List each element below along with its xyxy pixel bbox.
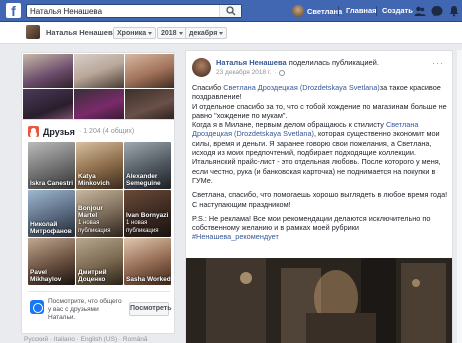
photos-section [21, 52, 175, 122]
friend-name: Alexander Semeguine [126, 173, 161, 187]
mutual-friends-text: Посмотрите, что общего у вас с друзьями … [48, 298, 122, 321]
hashtag-link[interactable]: #Ненашева_рекомендует [192, 232, 279, 241]
photo-thumbnail[interactable] [125, 89, 174, 121]
friend-name: Iskra Canestri [30, 180, 73, 187]
post-text: Спасибо Светлана Дроздецкая (Drozdetskay… [192, 83, 448, 242]
search-button[interactable] [219, 5, 241, 17]
post-photo[interactable] [186, 258, 452, 343]
profile-link[interactable]: Светлана [292, 4, 342, 18]
timeline-dropdown[interactable]: Хроника [113, 27, 157, 39]
post-paragraph: Светлана, спасибо, что помогаешь хорошо … [192, 190, 448, 209]
friend-name: Bonjour Martel 1 новая публикация [78, 205, 111, 234]
post-paragraph: Когда я в Милане, первым делом обращаюсь… [192, 120, 441, 185]
post-author-link[interactable]: Наталья Ненашева [216, 58, 287, 67]
post-paragraph: Спасибо Светлана Дроздецкая (Drozdetskay… [192, 83, 441, 102]
post-paragraph: И отдельное спасибо за то, что с тобой х… [192, 101, 447, 120]
home-link[interactable]: Главная [346, 6, 377, 15]
timeline-dropdown-label: Хроника [117, 29, 147, 37]
friend-tile[interactable]: Iskra Canestri [28, 142, 75, 189]
profile-name[interactable]: Наталья Ненашева [46, 28, 117, 37]
friend-name: Pavel Mikhaylov [30, 269, 62, 283]
friends-header: Друзья · 1 204 (4 общих) [28, 126, 134, 137]
friends-section: Друзья · 1 204 (4 общих) Iskra Canestri … [21, 119, 175, 334]
facebook-logo-icon[interactable]: f [6, 3, 21, 19]
post-action-text: поделилась публикацией. [288, 58, 379, 67]
view-button[interactable]: Посмотреть [129, 302, 172, 316]
messenger-icon[interactable] [431, 5, 443, 17]
dot-separator: · [274, 69, 277, 76]
photo-thumbnail[interactable] [23, 54, 73, 88]
friend-tile[interactable]: Николай Митрофанов [28, 190, 75, 237]
chevron-down-icon [219, 31, 224, 35]
friend-name: Николай Митрофанов [30, 221, 72, 235]
month-dropdown[interactable]: декабря [185, 27, 228, 39]
photo-thumbnail[interactable] [74, 89, 124, 121]
friends-title[interactable]: Друзья [43, 127, 75, 137]
divider [338, 6, 339, 16]
divider [376, 6, 377, 16]
month-dropdown-label: декабря [189, 29, 218, 37]
avatar[interactable] [26, 25, 40, 39]
right-sidebar-edge [457, 50, 462, 343]
chevron-down-icon [148, 31, 153, 35]
photo-thumbnail[interactable] [74, 54, 124, 88]
profile-sticky-header: Наталья Ненашева Хроника 2018 декабря [0, 22, 462, 44]
friend-requests-icon[interactable] [414, 5, 426, 17]
chevron-down-icon [178, 31, 183, 35]
friend-name: Дмитрий Доценко [78, 269, 107, 283]
friend-tile[interactable]: Ivan Bornyazi 1 новая публикация [124, 190, 171, 237]
friend-tile[interactable]: Alexander Semeguine [124, 142, 171, 189]
friends-count: · 1 204 (4 общих) [78, 128, 135, 135]
mention-link[interactable]: Светлана Дроздецкая (Drozdetskaya Svetla… [223, 83, 379, 92]
year-dropdown-label: 2018 [161, 29, 177, 37]
shop-photo-image [186, 258, 452, 343]
search-icon [226, 6, 236, 16]
globe-icon [279, 69, 286, 76]
friend-tile[interactable]: Katya Minkovich [76, 142, 123, 189]
friends-icon [30, 300, 44, 314]
search-input[interactable] [30, 6, 220, 17]
photo-thumbnail[interactable] [125, 54, 174, 88]
friend-name: Katya Minkovich [78, 173, 110, 187]
avatar [292, 5, 304, 17]
friend-tile[interactable]: Bonjour Martel 1 новая публикация [76, 190, 123, 237]
post-meta: 23 декабря 2018 г. · [216, 69, 286, 76]
friend-tile[interactable]: Sasha Worked [124, 238, 171, 285]
avatar[interactable] [192, 58, 211, 77]
create-link[interactable]: Создать [382, 6, 413, 15]
top-navigation-bar: f Светлана Главная Создать [0, 0, 462, 22]
more-options-icon[interactable]: ··· [432, 58, 444, 68]
friend-name: Ivan Bornyazi 1 новая публикация [126, 212, 169, 234]
photo-thumbnail[interactable] [23, 89, 73, 121]
post-header: Наталья Ненашева поделилась публикацией. [216, 58, 379, 67]
post-paragraph: P.S.: Не реклама! Все мои рекомендации д… [192, 213, 431, 233]
search-box[interactable] [26, 4, 242, 18]
year-dropdown[interactable]: 2018 [157, 27, 187, 39]
language-links[interactable]: Русский · Italiano · English (US) · Româ… [24, 336, 147, 343]
friend-tile[interactable]: Дмитрий Доценко [76, 238, 123, 285]
mutual-friends-prompt: Посмотрите, что общего у вас с друзьями … [28, 291, 172, 321]
friend-tile[interactable]: Pavel Mikhaylov [28, 238, 75, 285]
post-date[interactable]: 23 декабря 2018 г. [216, 69, 271, 76]
friends-icon [28, 126, 39, 137]
post-card: Наталья Ненашева поделилась публикацией.… [185, 50, 453, 343]
friend-name: Sasha Worked [126, 276, 171, 283]
user-name: Светлана [307, 6, 343, 16]
notifications-icon[interactable] [448, 5, 460, 17]
